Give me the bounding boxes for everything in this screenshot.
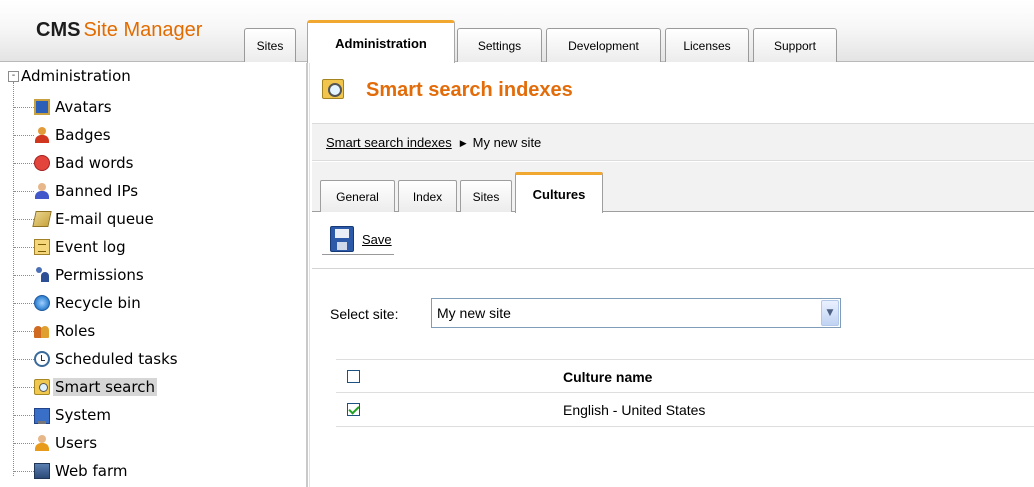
grid-header-row: Culture name: [336, 359, 1034, 393]
tree-item-email-queue[interactable]: E-mail queue: [14, 208, 156, 230]
tree-item-label: Banned IPs: [55, 182, 139, 200]
tree-item-event-log[interactable]: Event log: [14, 236, 128, 258]
tree-item-smart-search[interactable]: Smart search: [14, 376, 157, 398]
tree-item-label: Smart search: [53, 378, 157, 396]
smart-search-index-icon: [322, 79, 344, 99]
breadcrumb-bar: Smart search indexes ▶ My new site: [312, 123, 1034, 161]
bad-words-icon: [34, 155, 50, 171]
smart-search-icon: [34, 379, 50, 395]
tab-index[interactable]: Index: [398, 180, 457, 212]
logo-site-manager: Site Manager: [83, 19, 203, 41]
tab-licenses[interactable]: Licenses: [665, 28, 749, 62]
tree-item-banned-ips[interactable]: Banned IPs: [14, 180, 140, 202]
breadcrumb: Smart search indexes ▶ My new site: [326, 135, 541, 150]
collapse-icon[interactable]: -: [8, 70, 19, 82]
column-header-culture-name: Culture name: [563, 369, 653, 385]
tab-development[interactable]: Development: [546, 28, 661, 62]
users-icon: [34, 435, 50, 451]
web-farm-icon: [34, 463, 50, 479]
tree-item-bad-words[interactable]: Bad words: [14, 152, 135, 174]
tab-sites-sub[interactable]: Sites: [460, 180, 512, 212]
permissions-icon: [34, 267, 50, 283]
tree-item-label: Bad words: [55, 154, 134, 172]
tree-item-badges[interactable]: Badges: [14, 124, 113, 146]
page-title: Smart search indexes: [366, 79, 573, 101]
select-site-label: Select site:: [330, 306, 399, 322]
tree-item-web-farm[interactable]: Web farm: [14, 460, 129, 482]
avatars-icon: [34, 99, 50, 115]
select-all-checkbox[interactable]: [347, 370, 360, 383]
breadcrumb-current: My new site: [472, 135, 542, 150]
tab-administration[interactable]: Administration: [307, 20, 455, 63]
culture-checkbox[interactable]: [347, 403, 360, 416]
tree-item-scheduled-tasks[interactable]: Scheduled tasks: [14, 348, 180, 370]
tree-item-users[interactable]: Users: [14, 432, 99, 454]
main-panel: Smart search indexes Smart search indexe…: [312, 63, 1034, 487]
tree-item-label: Avatars: [55, 98, 112, 116]
site-select-dropdown[interactable]: My new site ▼: [431, 298, 841, 328]
system-icon: [34, 408, 50, 424]
breadcrumb-link-smart-search-indexes[interactable]: Smart search indexes: [326, 135, 452, 150]
tree-item-label: Badges: [55, 126, 111, 144]
save-button[interactable]: Save: [322, 226, 394, 255]
event-log-icon: [34, 239, 50, 255]
site-selector-row: Select site: My new site ▼: [312, 294, 1034, 334]
site-select-value: My new site: [437, 305, 511, 321]
tree-item-permissions[interactable]: Permissions: [14, 264, 146, 286]
tree-item-label: System: [55, 406, 111, 424]
tab-cultures[interactable]: Cultures: [515, 172, 603, 213]
email-queue-icon: [32, 211, 52, 227]
tab-support[interactable]: Support: [753, 28, 837, 62]
tree-root-label: Administration: [21, 67, 131, 85]
tree-item-roles[interactable]: Roles: [14, 320, 97, 342]
badges-icon: [34, 127, 50, 143]
table-row: English - United States: [336, 393, 1034, 427]
tree-item-avatars[interactable]: Avatars: [14, 96, 114, 118]
tree-item-label: E-mail queue: [55, 210, 154, 228]
tree-root-administration[interactable]: - Administration: [8, 67, 131, 85]
scheduled-tasks-icon: [34, 351, 50, 367]
tree-item-label: Recycle bin: [55, 294, 141, 312]
save-label: Save: [362, 231, 392, 247]
chevron-down-icon[interactable]: ▼: [821, 300, 839, 326]
title-bar: Smart search indexes: [312, 63, 1034, 119]
breadcrumb-arrow-icon: ▶: [459, 138, 467, 148]
tab-sites[interactable]: Sites: [244, 28, 296, 62]
banned-ips-icon: [34, 183, 50, 199]
subtabs-bar: General Index Sites Cultures: [312, 162, 1034, 213]
floppy-disk-icon: [330, 226, 354, 252]
app-logo: CMS Site Manager: [36, 19, 202, 42]
tree-item-label: Event log: [55, 238, 126, 256]
tree-item-label: Web farm: [55, 462, 128, 480]
header-bar: CMS Site Manager Sites Administration Set…: [0, 0, 1034, 63]
tree-item-label: Users: [55, 434, 98, 452]
tree-item-label: Roles: [55, 322, 96, 340]
culture-name-cell: English - United States: [563, 402, 706, 418]
tab-general[interactable]: General: [320, 180, 395, 212]
tree-item-label: Permissions: [55, 266, 144, 284]
tree-item-label: Scheduled tasks: [55, 350, 178, 368]
tab-settings[interactable]: Settings: [457, 28, 542, 62]
roles-icon: [34, 323, 50, 339]
tree-item-recycle-bin[interactable]: Recycle bin: [14, 292, 143, 314]
cultures-grid: Culture name English - United States: [336, 359, 1034, 427]
tree-divider-shadow: [309, 63, 310, 487]
toolbar: Save: [312, 213, 1034, 269]
tree-item-system[interactable]: System: [14, 404, 113, 426]
tree-divider: [306, 63, 308, 487]
logo-cms: CMS: [36, 19, 81, 41]
recycle-bin-icon: [34, 295, 50, 311]
